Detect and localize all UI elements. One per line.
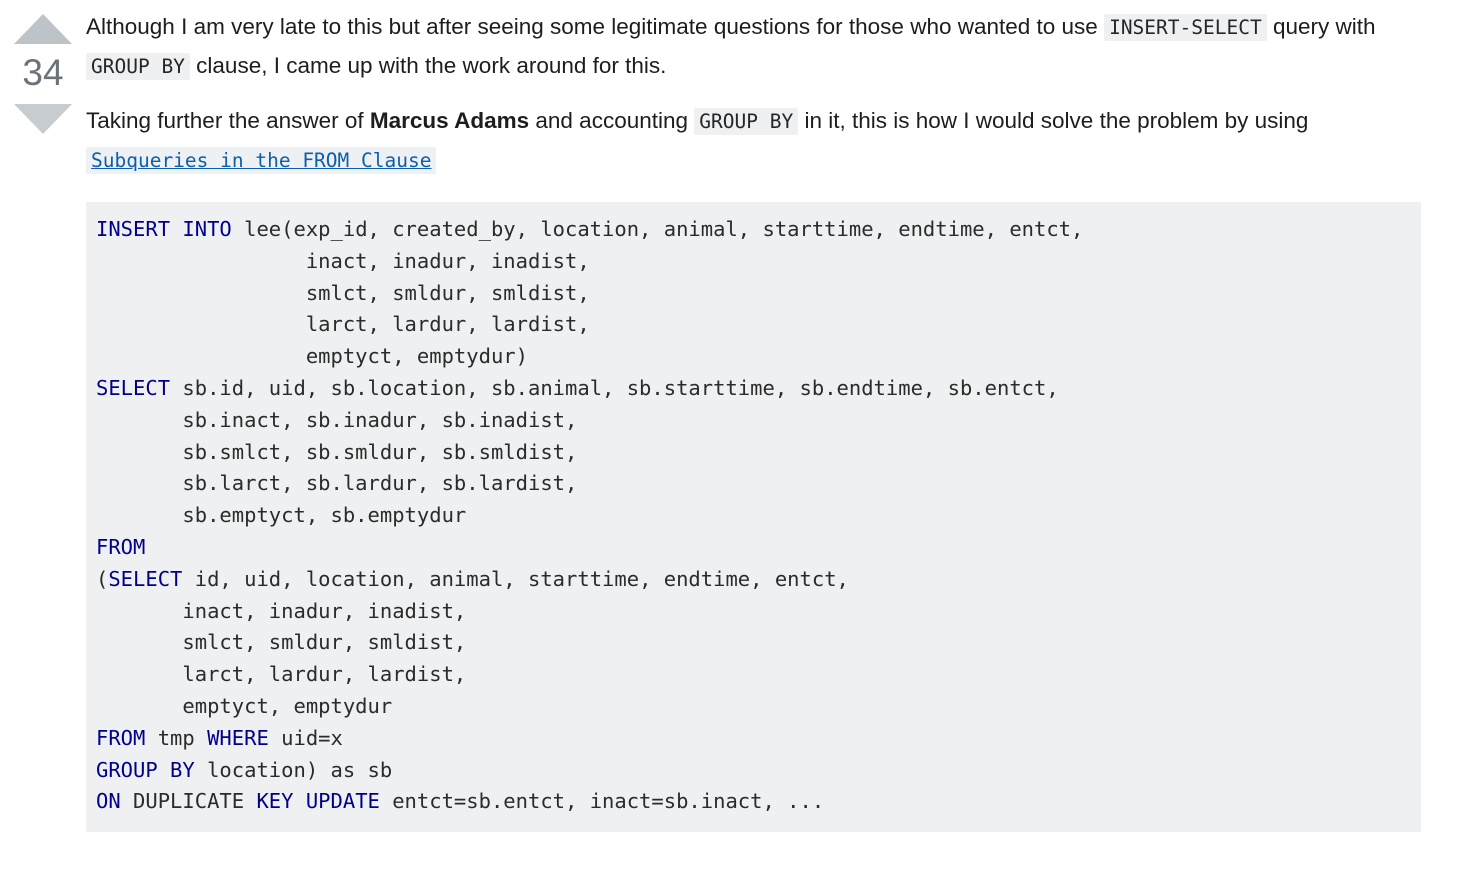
- code-text: inact, inadur, inadist,: [96, 598, 467, 623]
- paragraph-2: Taking further the answer of Marcus Adam…: [86, 102, 1386, 180]
- code-text: inact, inadur, inadist,: [96, 248, 590, 273]
- code-keyword: SELECT: [108, 566, 195, 591]
- code-keyword: FROM: [96, 725, 158, 750]
- code-keyword: INSERT INTO: [96, 217, 245, 241]
- code-text: sb.larct, sb.lardur, sb.lardist,: [96, 471, 578, 496]
- answer-post: 34 Although I am very late to this but a…: [0, 0, 1470, 833]
- code-keyword: SELECT: [96, 375, 183, 400]
- paragraph-2-text-part-3: in it, this is how I would solve the pro…: [798, 108, 1309, 133]
- code-keyword: WHERE: [207, 725, 282, 750]
- code-text: tmp: [157, 725, 208, 750]
- code-keyword: GROUP BY: [96, 757, 208, 782]
- user-mention-marcus-adams: Marcus Adams: [369, 108, 530, 133]
- code-text: larct, lardur, lardist,: [96, 312, 590, 337]
- post-body: Although I am very late to this but afte…: [86, 0, 1470, 833]
- vote-cell: 34: [0, 0, 86, 134]
- code-text: smlct, smldur, smldist,: [96, 630, 467, 655]
- code-keyword: FROM: [96, 534, 146, 559]
- paragraph-1-text-part-1: Although I am very late to this but afte…: [86, 14, 1105, 39]
- inline-code-group-by-1: GROUP BY: [86, 53, 190, 80]
- inline-code-group-by-2: GROUP BY: [694, 108, 799, 135]
- code-block: INSERT INTO lee(exp_id, created_by, loca…: [86, 202, 1421, 833]
- paragraph-1-text-part-3: clause, I came up with the work around f…: [189, 53, 667, 78]
- code-text: uid=x: [281, 725, 343, 750]
- code-keyword: KEY UPDATE: [256, 789, 393, 814]
- code-block-content: INSERT INTO lee(exp_id, created_by, loca…: [96, 214, 1407, 818]
- paragraph-1: Although I am very late to this but afte…: [86, 8, 1386, 86]
- triangle-up-icon[interactable]: [14, 14, 72, 44]
- code-text: id, uid, location, animal, starttime, en…: [194, 566, 849, 591]
- code-text: lee(exp_id, created_by, location, animal…: [244, 217, 1084, 241]
- code-text: location) as sb: [207, 757, 393, 782]
- triangle-down-icon[interactable]: [14, 104, 72, 134]
- code-text: entct=sb.entct, inact=sb.inact, ...: [392, 789, 825, 814]
- code-text: emptyct, emptydur): [96, 344, 528, 369]
- code-text: smlct, smldur, smldist,: [96, 280, 590, 305]
- code-keyword: ON: [96, 789, 134, 814]
- code-text: sb.emptyct, sb.emptydur: [96, 503, 467, 528]
- code-text: larct, lardur, lardist,: [96, 662, 467, 687]
- code-text: emptyct, emptydur: [96, 693, 393, 718]
- code-text: sb.inact, sb.inadur, sb.inadist,: [96, 407, 578, 432]
- code-text: sb.smlct, sb.smldur, sb.smldist,: [96, 439, 578, 464]
- inline-code-insert-select: INSERT-SELECT: [1104, 14, 1267, 41]
- code-text: DUPLICATE: [133, 789, 257, 814]
- code-text: sb.id, uid, sb.location, sb.animal, sb.s…: [182, 375, 1059, 400]
- paragraph-2-text-part-1: Taking further the answer of: [86, 108, 370, 133]
- paragraph-1-text-part-2: query with: [1266, 14, 1376, 39]
- code-text: (: [96, 566, 109, 591]
- link-subqueries-from-clause[interactable]: Subqueries in the FROM Clause: [86, 147, 437, 174]
- paragraph-2-text-part-2: and accounting: [529, 108, 695, 133]
- vote-count: 34: [22, 52, 64, 93]
